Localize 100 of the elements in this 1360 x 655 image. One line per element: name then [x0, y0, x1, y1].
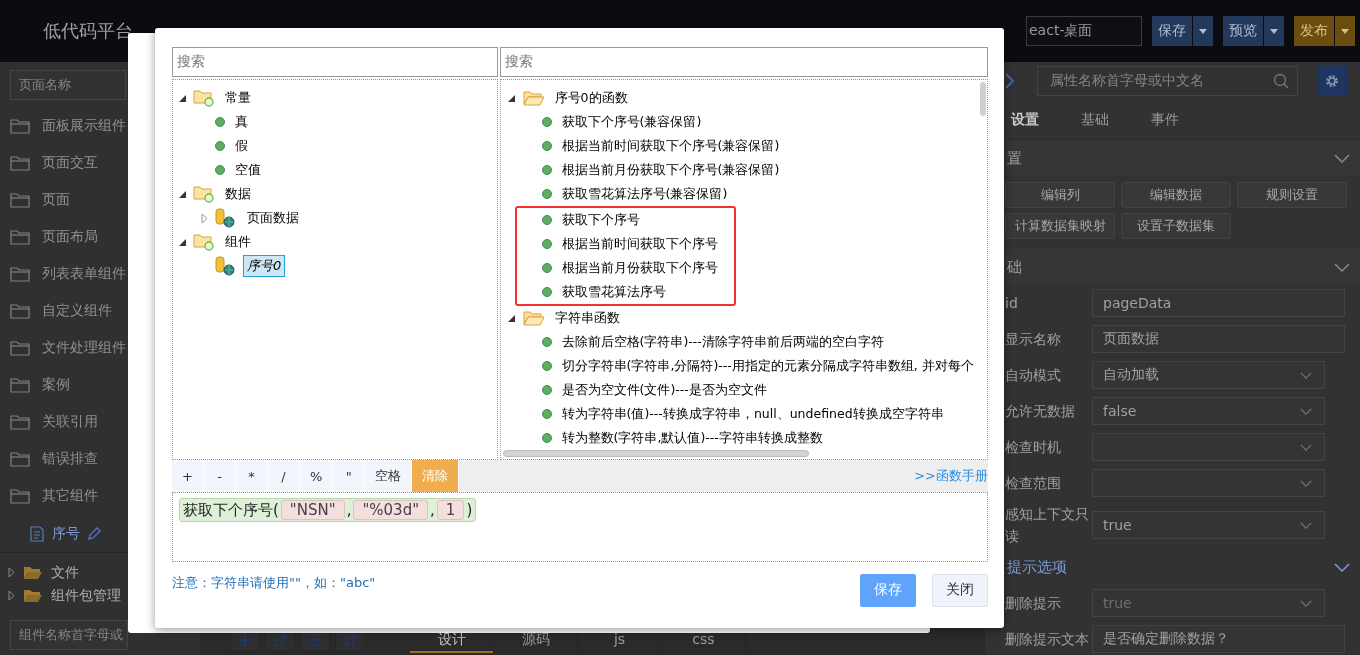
panel-tab[interactable]: 基础 — [1081, 110, 1151, 129]
search-field[interactable]: 搜索 — [499, 47, 988, 77]
chevron-right-icon — [1005, 73, 1015, 89]
select-field[interactable] — [1092, 433, 1325, 461]
action-button[interactable]: 设置子数据集 — [1121, 213, 1231, 239]
tree-item[interactable]: 获取下个序号 — [557, 209, 644, 231]
open-folder-icon — [23, 588, 43, 603]
folder-icon — [10, 377, 30, 393]
folder-icon — [10, 451, 30, 467]
tree-item[interactable]: 获取雪花算法序号(兼容保留) — [557, 183, 732, 205]
function-token[interactable]: 获取下个序号( "NSN" , "%03d" , 1 ) — [179, 498, 477, 522]
operator-button[interactable]: " — [333, 460, 366, 492]
tree-item[interactable]: 是否为空文件(文件)---是否为空文件 — [557, 379, 771, 401]
dialog-button[interactable]: 关闭 — [932, 573, 988, 607]
field-label: 允许无数据 — [1005, 402, 1076, 421]
folder-icon — [10, 414, 30, 430]
dot-icon — [215, 141, 225, 151]
caret-icon — [1199, 28, 1207, 34]
folder-icon — [10, 340, 30, 356]
operator-button[interactable]: * — [236, 460, 268, 492]
tree-item[interactable]: 去除前后空格(字符串)---清除字符串前后两端的空白字符 — [557, 331, 888, 353]
select-field[interactable]: 自动加载 — [1092, 361, 1325, 389]
panel-tab[interactable]: 事件 — [1151, 110, 1221, 129]
folder-icon — [193, 89, 215, 107]
pencil-icon — [88, 527, 101, 540]
field-label: 删除提示文本 — [1005, 630, 1090, 649]
caret-icon — [1341, 28, 1349, 34]
dot-icon — [541, 263, 552, 273]
tree-item[interactable]: 序号0的函数 — [550, 87, 632, 109]
chevron-down-icon — [1300, 371, 1312, 379]
action-button[interactable]: 编辑列 — [1005, 182, 1115, 208]
action-button[interactable]: 规则设置 — [1237, 182, 1347, 208]
dot-icon — [541, 215, 552, 225]
tree-item[interactable]: 常量 — [221, 87, 255, 109]
folder-icon — [10, 155, 30, 171]
tree-item[interactable]: 根据当前月份获取下个序号(兼容保留) — [557, 159, 784, 181]
search-field[interactable]: 页面名称 — [10, 70, 126, 100]
chevron-down-icon — [1300, 599, 1312, 607]
tree-item[interactable]: 序号0 — [243, 255, 286, 277]
operator-button[interactable]: % — [300, 460, 334, 492]
action-button[interactable]: 编辑数据 — [1121, 182, 1231, 208]
split-button[interactable]: 保存 — [1152, 16, 1213, 46]
panel-tab[interactable]: 设置 — [1011, 110, 1081, 129]
section-header[interactable]: 础 — [1005, 249, 1360, 285]
dot-icon — [215, 117, 225, 127]
tree-item[interactable]: 获取下个序号(兼容保留) — [557, 111, 706, 133]
operator-button[interactable]: + — [172, 460, 204, 492]
split-button[interactable]: 预览 — [1223, 16, 1284, 46]
note-text: 注意：字符串请使用""，如："abc" — [172, 574, 376, 592]
chevron-down-icon — [1300, 479, 1312, 487]
open-folder-icon — [23, 565, 43, 580]
tree-item[interactable]: 根据当前月份获取下个序号 — [557, 257, 722, 279]
operator-button[interactable]: / — [268, 460, 300, 492]
scrollbar[interactable] — [980, 82, 986, 116]
tree-item[interactable]: 真 — [231, 111, 252, 133]
chevron-down-icon — [1334, 153, 1350, 163]
dot-icon — [541, 239, 552, 249]
folder-icon — [10, 303, 30, 319]
input-field[interactable]: pageData — [1092, 289, 1345, 317]
select-field[interactable]: true — [1092, 511, 1325, 539]
action-button[interactable]: 计算数据集映射 — [1005, 213, 1115, 239]
expression-editor[interactable]: 获取下个序号( "NSN" , "%03d" , 1 ) — [172, 492, 988, 562]
tree-item[interactable]: 页面数据 — [243, 207, 303, 229]
open-folder-icon — [522, 90, 545, 106]
dot-icon — [215, 165, 225, 175]
input-field[interactable]: 是否确定删除数据？ — [1092, 625, 1345, 653]
tree-item[interactable]: 字符串函数 — [550, 307, 624, 329]
tree-item[interactable]: 转为字符串(值)---转换成字符串，null、undefined转换成空字符串 — [557, 403, 948, 425]
platform-select[interactable]: eact-桌面 — [1026, 16, 1142, 46]
select-field[interactable]: false — [1092, 397, 1325, 425]
search-field[interactable]: 属性名称首字母或中文名 — [1037, 66, 1298, 96]
tree-item[interactable]: 数据 — [221, 183, 255, 205]
operator-button[interactable]: - — [204, 460, 236, 492]
tree-item[interactable]: 组件 — [221, 231, 255, 253]
tree-item[interactable]: 根据当前时间获取下个序号(兼容保留) — [557, 135, 784, 157]
tree-item[interactable]: 切分字符串(字符串,分隔符)---用指定的元素分隔成字符串数组, 并对每个 — [557, 355, 978, 377]
dot-icon — [541, 287, 552, 297]
field-label: 检查范围 — [1005, 474, 1062, 493]
argument-token[interactable]: "NSN" — [280, 500, 345, 520]
tree-item[interactable]: 转为整数(字符串,默认值)---字符串转换成整数 — [557, 427, 827, 449]
search-field[interactable]: 组件名称首字母或 — [10, 620, 128, 650]
section-header[interactable]: 提示选项 — [1005, 549, 1360, 585]
argument-token[interactable]: "%03d" — [353, 500, 429, 520]
section-header[interactable]: 置 — [1005, 140, 1360, 176]
chevron-down-icon — [1300, 443, 1312, 451]
input-field[interactable]: 页面数据 — [1092, 325, 1345, 353]
tree-item[interactable]: 空值 — [231, 159, 265, 181]
scrollbar[interactable] — [502, 450, 809, 457]
argument-token[interactable]: 1 — [436, 500, 465, 520]
operator-button[interactable]: 空格 — [365, 460, 413, 492]
tree-item[interactable]: 根据当前时间获取下个序号 — [557, 233, 722, 255]
search-icon — [1273, 73, 1289, 89]
tree-item[interactable]: 获取雪花算法序号 — [557, 281, 670, 303]
tree-item[interactable]: 假 — [231, 135, 252, 157]
select-field[interactable] — [1092, 469, 1325, 497]
dot-icon — [541, 361, 552, 371]
split-button[interactable]: 发布 — [1294, 16, 1355, 46]
search-field[interactable]: 搜索 — [172, 47, 498, 77]
pencil-icon — [273, 633, 287, 647]
settings-button[interactable] — [1317, 66, 1347, 96]
